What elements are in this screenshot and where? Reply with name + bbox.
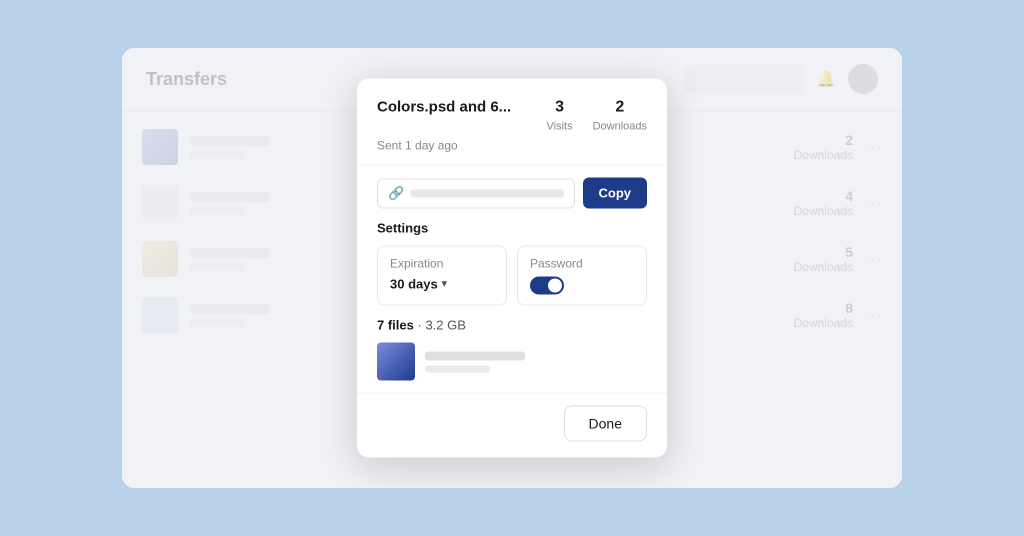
file-thumbnail <box>377 343 415 381</box>
visits-count: 3 <box>546 99 572 117</box>
chevron-down-icon: ▾ <box>442 279 447 290</box>
done-button[interactable]: Done <box>564 406 647 442</box>
modal-title-row: Colors.psd and 6... 3 Visits 2 Downloads <box>377 99 647 135</box>
files-summary: 7 files · 3.2 GB <box>377 318 647 333</box>
password-label: Password <box>530 257 634 271</box>
visits-stat: 3 Visits <box>546 99 572 135</box>
file-item <box>377 343 647 381</box>
link-input-wrap[interactable]: 🔗 <box>377 178 575 208</box>
settings-section: Settings Expiration 30 days ▾ Password <box>357 221 667 318</box>
settings-title: Settings <box>377 221 647 236</box>
sent-time: Sent 1 day ago <box>377 139 647 153</box>
visits-label: Visits <box>546 121 572 133</box>
password-row <box>530 277 634 295</box>
downloads-stat: 2 Downloads <box>593 99 647 135</box>
file-name-line <box>425 351 525 360</box>
modal-stats: 3 Visits 2 Downloads <box>546 99 647 135</box>
file-size-line <box>425 365 490 372</box>
files-section: 7 files · 3.2 GB <box>357 318 667 393</box>
password-card[interactable]: Password <box>517 246 647 306</box>
link-value <box>410 189 563 197</box>
expiration-label: Expiration <box>390 257 494 271</box>
toggle-knob <box>548 279 562 293</box>
settings-cards: Expiration 30 days ▾ Password <box>377 246 647 306</box>
file-info-lines <box>425 351 647 372</box>
copy-button[interactable]: Copy <box>583 178 648 209</box>
password-toggle[interactable] <box>530 277 564 295</box>
downloads-label: Downloads <box>593 121 647 133</box>
link-icon: 🔗 <box>388 185 404 201</box>
modal-footer: Done <box>357 393 667 458</box>
downloads-count: 2 <box>593 99 647 117</box>
expiration-value[interactable]: 30 days ▾ <box>390 277 494 292</box>
modal-dialog: Colors.psd and 6... 3 Visits 2 Downloads… <box>357 79 667 458</box>
background-panel: Transfers 🔔 2 Downloads ··· <box>122 48 902 488</box>
expiration-card[interactable]: Expiration 30 days ▾ <box>377 246 507 306</box>
modal-transfer-name: Colors.psd and 6... <box>377 99 511 116</box>
link-row: 🔗 Copy <box>357 166 667 221</box>
modal-header: Colors.psd and 6... 3 Visits 2 Downloads… <box>357 79 667 166</box>
